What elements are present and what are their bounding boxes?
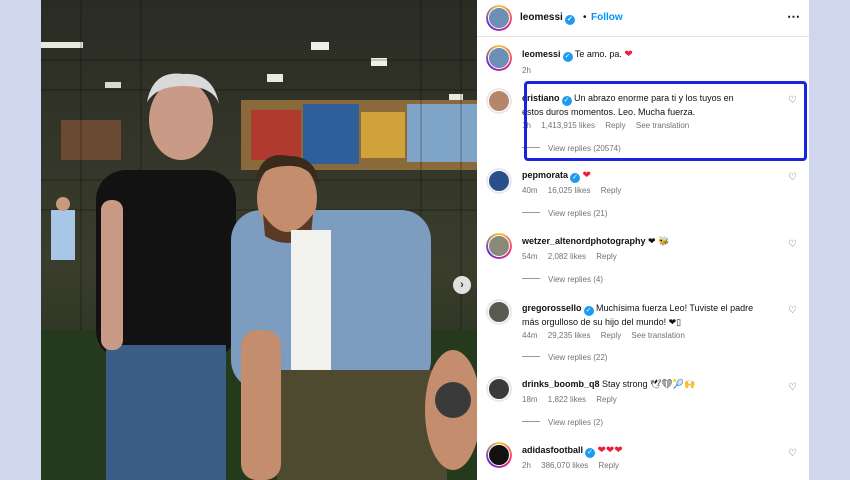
reply-button[interactable]: Reply: [601, 331, 621, 340]
commenter-username[interactable]: pepmorata: [522, 170, 568, 180]
comment-text: gregorossello ✓ Muchísima fuerza Leo! Tuv…: [522, 302, 754, 329]
comment-meta: 2h 386,070 likes Reply: [522, 461, 627, 470]
comment-body: Stay strong 🕊❤🎾🙌: [602, 379, 696, 389]
comment-time: 18m: [522, 395, 538, 404]
highlight-box: [524, 81, 807, 161]
replies-line: [522, 356, 540, 357]
next-photo-button[interactable]: ›: [453, 276, 471, 294]
reply-button[interactable]: Reply: [596, 395, 616, 404]
reply-button[interactable]: Reply: [599, 461, 619, 470]
commenter-username[interactable]: drinks_boomb_q8: [522, 379, 600, 389]
verified-icon: ✓: [585, 448, 596, 458]
comment-meta: 18m 1,822 likes Reply: [522, 395, 625, 404]
comment-body: ❤: [582, 170, 591, 181]
like-heart-icon[interactable]: ♡: [788, 448, 797, 459]
comments-panel: leomessi ✓ • Follow ⋯ leomessi ✓ Te amo. p…: [477, 0, 809, 480]
comment-time: 54m: [522, 252, 538, 261]
comment-text: pepmorata ✓ ❤: [522, 169, 754, 183]
like-heart-icon[interactable]: ♡: [788, 305, 797, 316]
caption-time: 2h: [522, 66, 531, 75]
header-divider: [477, 36, 809, 37]
comment-meta: 40m 16,025 likes Reply: [522, 186, 629, 195]
photo-illustration: [41, 0, 477, 480]
comment-likes[interactable]: 29,235 likes: [548, 331, 591, 340]
comment-likes[interactable]: 2,082 likes: [548, 252, 586, 261]
post-modal: › leomessi ✓ • Follow ⋯ leomessi ✓ Te am…: [41, 0, 809, 480]
author-avatar[interactable]: [486, 5, 512, 31]
commenter-username[interactable]: wetzer_altenordphotography: [522, 236, 646, 246]
replies-line: [522, 278, 540, 279]
verified-icon: ✓: [562, 52, 573, 62]
author-username[interactable]: leomessi ✓: [520, 12, 575, 25]
comment-text: adidasfootball ✓ ❤❤❤: [522, 444, 754, 458]
comment-text: wetzer_altenordphotography ❤ 🐝: [522, 235, 754, 248]
caption-avatar[interactable]: [486, 45, 512, 71]
view-replies-label: View replies (21): [548, 209, 608, 218]
commenter-username[interactable]: adidasfootball: [522, 445, 583, 455]
see-translation-button[interactable]: See translation: [631, 331, 684, 340]
view-replies-button[interactable]: View replies (4): [522, 275, 603, 284]
view-replies-label: View replies (22): [548, 353, 608, 362]
comment-likes[interactable]: 386,070 likes: [541, 461, 588, 470]
like-heart-icon[interactable]: ♡: [788, 172, 797, 183]
commenter-avatar[interactable]: [486, 376, 512, 402]
comment-likes[interactable]: 1,822 likes: [548, 395, 586, 404]
replies-line: [522, 212, 540, 213]
post-photo[interactable]: ›: [41, 0, 477, 480]
post-header: leomessi ✓ • Follow ⋯: [477, 0, 809, 36]
follow-button[interactable]: Follow: [591, 12, 623, 23]
author-username-text: leomessi: [520, 12, 563, 23]
separator-dot: •: [583, 12, 587, 23]
view-replies-button[interactable]: View replies (21): [522, 209, 607, 218]
caption-meta: 2h: [522, 66, 539, 75]
comment-meta: 54m 2,082 likes Reply: [522, 252, 625, 261]
verified-icon: ✓: [583, 306, 594, 316]
commenter-avatar[interactable]: [486, 88, 512, 114]
comment-text: drinks_boomb_q8 Stay strong 🕊❤🎾🙌: [522, 378, 754, 391]
view-replies-label: View replies (2): [548, 418, 603, 427]
reply-button[interactable]: Reply: [596, 252, 616, 261]
comment-meta: 44m 29,235 likes Reply See translation: [522, 331, 693, 340]
reply-button[interactable]: Reply: [601, 186, 621, 195]
verified-icon: ✓: [570, 173, 581, 183]
verified-icon: ✓: [564, 15, 575, 25]
comment-likes[interactable]: 16,025 likes: [548, 186, 591, 195]
like-heart-icon[interactable]: ♡: [788, 239, 797, 250]
comment-time: 2h: [522, 461, 531, 470]
view-replies-label: View replies (4): [548, 275, 603, 284]
comment-time: 44m: [522, 331, 538, 340]
comment-body: ❤ 🐝: [648, 236, 670, 246]
commenter-avatar[interactable]: [486, 442, 512, 468]
commenter-username[interactable]: gregorossello: [522, 303, 582, 313]
view-replies-button[interactable]: View replies (22): [522, 353, 607, 362]
commenter-avatar[interactable]: [486, 233, 512, 259]
comment-body: ❤❤❤: [597, 445, 623, 456]
more-options-icon[interactable]: ⋯: [787, 9, 800, 25]
replies-line: [522, 421, 540, 422]
red-heart-emoji: ❤: [624, 49, 633, 60]
caption-body: Te amo. pa.: [574, 49, 622, 59]
view-replies-button[interactable]: View replies (2): [522, 418, 603, 427]
commenter-avatar[interactable]: [486, 168, 512, 194]
like-heart-icon[interactable]: ♡: [788, 382, 797, 393]
caption-text: leomessi ✓ Te amo. pa. ❤: [522, 48, 754, 62]
caption-username[interactable]: leomessi: [522, 49, 561, 59]
comment-time: 40m: [522, 186, 538, 195]
commenter-avatar[interactable]: [486, 299, 512, 325]
